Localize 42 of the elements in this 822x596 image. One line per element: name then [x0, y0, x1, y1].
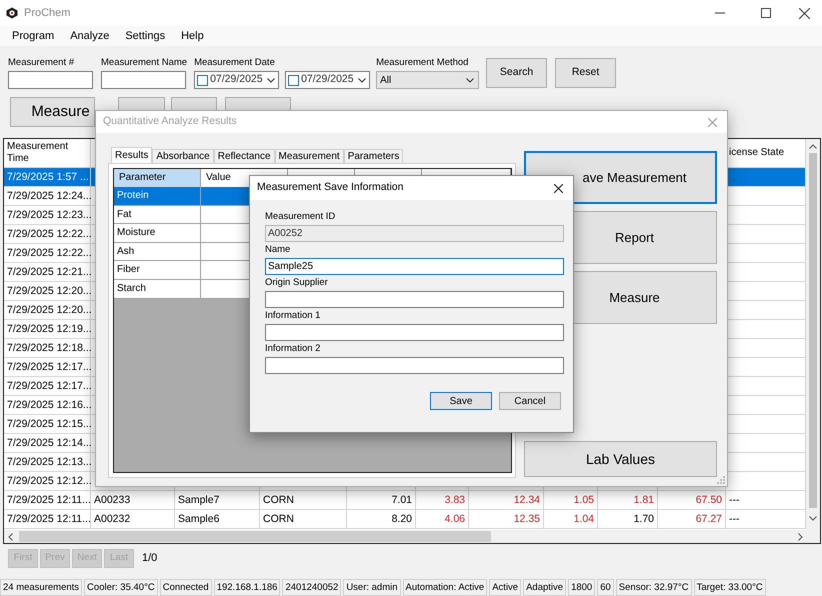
table-cell: 1.70 — [598, 510, 658, 529]
status-field: Adaptive — [523, 578, 566, 596]
table-cell: A00232 — [91, 510, 175, 529]
status-field: Sensor: 32.97°C — [616, 578, 692, 596]
status-field: 24 measurements — [0, 578, 82, 596]
date-value: 07/29/2025 — [301, 72, 354, 88]
dialog-title: Quantitative Analyze Results — [103, 114, 237, 130]
status-field: 1800 — [568, 578, 596, 596]
dropdown-value: All — [380, 74, 392, 88]
field-label: Information 1 — [265, 309, 322, 323]
window-title: ProChem — [24, 6, 70, 21]
table-cell: CORN — [260, 510, 347, 529]
input-field: A00252 — [265, 225, 564, 242]
table-cell: Fat — [114, 206, 201, 224]
field-label: Measurement Date — [194, 56, 276, 70]
table-cell: Sample6 — [175, 510, 260, 529]
table-cell: 7/29/2025 12:11... — [4, 510, 91, 529]
date-value: 07/29/2025 — [210, 72, 263, 88]
field-label: Measurement Name — [101, 56, 188, 70]
status-field: Connected — [160, 578, 212, 596]
field-label: Information 2 — [265, 342, 322, 356]
table-cell: 12.35 — [469, 510, 544, 529]
status-field: Automation: Active — [402, 578, 488, 596]
field-label: Measurement Method — [376, 56, 470, 70]
table-cell: 67.27 — [658, 510, 726, 529]
status-field: User: admin — [343, 578, 401, 596]
table-cell: Protein — [114, 187, 201, 205]
status-field: 60 — [597, 578, 614, 596]
table-cell: Moisture — [114, 224, 201, 242]
status-field: Target: 33.00°C — [694, 578, 766, 596]
table-cell: Ash — [114, 242, 201, 260]
table-cell: Fiber — [114, 261, 201, 279]
status-field: Cooler: 35.40°C — [84, 578, 158, 596]
table-cell: Starch — [114, 280, 201, 298]
table-cell: 8.20 — [347, 510, 416, 529]
field-label: Measurement # — [8, 56, 76, 70]
table-cell: 4.06 — [416, 510, 469, 529]
table-cell: 1.04 — [544, 510, 598, 529]
status-field: Active — [489, 578, 522, 596]
page-indicator: 1/0 — [142, 550, 158, 566]
status-field: 2401240052 — [282, 578, 342, 596]
status-field: 192.168.1.186 — [214, 578, 280, 596]
